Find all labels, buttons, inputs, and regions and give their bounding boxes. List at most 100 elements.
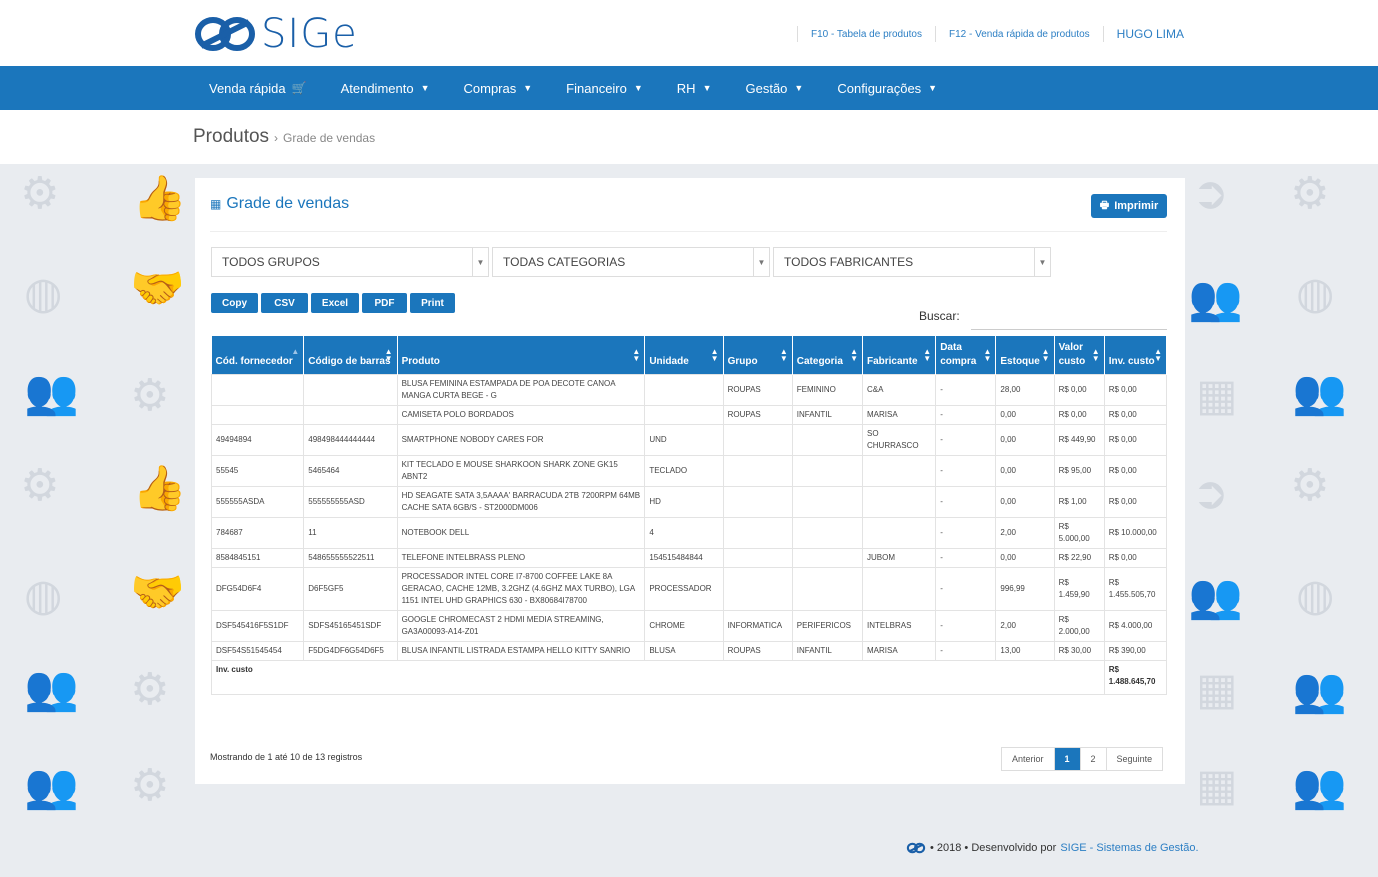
table-row[interactable]: 8584845151 548655555522511 TELEFONE INTELB… — [210, 547, 1168, 568]
sort-icon: ▲ ▼ — [983, 347, 992, 363]
table-cell: R$ 0,00 — [1103, 404, 1168, 425]
column-header[interactable]: Unidade ▲ ▼ — [644, 336, 724, 374]
user-name-link[interactable]: HUGO LIMA — [1117, 27, 1184, 41]
nav-item-rh[interactable]: RH ▼ — [677, 81, 712, 96]
chevron-right-circle-icon: ➲ — [1192, 468, 1229, 519]
table-cell: ROUPAS — [722, 373, 793, 406]
table-row[interactable]: 555555ASDA 555555555ASD HD SEAGATE SATA 3,… — [210, 485, 1168, 518]
nav-label: RH — [676, 80, 696, 96]
print-export-button[interactable]: Print — [410, 293, 455, 313]
table-cell: 548655555522511 — [303, 547, 398, 568]
table-cell: MARISA — [861, 404, 937, 425]
footer-link[interactable]: SIGE - Sistemas de Gestão. — [1060, 842, 1198, 854]
table-cell: GOOGLE CHROMECAST 2 HDMI MEDIA STREAMING… — [396, 609, 646, 642]
nav-label: Financeiro — [566, 80, 627, 96]
people-icon: 👥 — [24, 367, 79, 418]
table-cell — [722, 547, 793, 568]
page-footer: • 2018 • Desenvolvido por SIGE - Sistema… — [905, 842, 1199, 854]
excel-button[interactable]: Excel — [311, 293, 359, 313]
category-select[interactable]: TODAS CATEGORIAS ▼ — [492, 247, 770, 277]
table-row[interactable]: 784687 11 NOTEBOOK DELL 4 -2,00 R$ 5.000,00 R$… — [210, 516, 1168, 549]
search-label: Buscar: — [919, 309, 960, 323]
nav-item-gestao[interactable]: Gestão ▼ — [746, 81, 804, 96]
sort-icon: ▲ ▼ — [1154, 347, 1162, 363]
previous-page-button[interactable]: Anterior — [1002, 748, 1055, 770]
nav-item-atendimento[interactable]: Atendimento ▼ — [341, 81, 430, 96]
chevron-down-icon: ▼ — [523, 83, 533, 93]
column-header-label: Código de barras — [308, 355, 391, 367]
column-header[interactable]: Grupo ▲ ▼ — [723, 336, 793, 374]
building-icon: ▦ — [1196, 370, 1238, 421]
table-row[interactable]: DFG54D6F4 D6F5GF5 PROCESSADOR INTEL CORE I… — [210, 566, 1168, 611]
top-links: F10 - Tabela de produtos F12 - Venda ráp… — [784, 26, 1184, 42]
pagination: Anterior 1 2 Seguinte — [1001, 747, 1164, 771]
group-select[interactable]: TODOS GRUPOS ▼ — [211, 247, 489, 277]
table-cell: R$ 95,00 — [1053, 454, 1105, 487]
nav-label: Atendimento — [340, 80, 414, 96]
cart-icon: 🛒 — [291, 81, 307, 95]
table-cell: 28,00 — [995, 373, 1055, 406]
gear-icon: ⚙ — [130, 664, 170, 715]
column-header[interactable]: Estoque ▲ ▼ — [995, 336, 1055, 374]
table-row[interactable]: BLUSA FEMININA ESTAMPADA DE POA DECOTE C… — [210, 373, 1168, 406]
table-cell: - — [935, 566, 997, 611]
logo[interactable]: SIGe — [193, 14, 358, 54]
column-header-label: Estoque — [1000, 355, 1040, 367]
print-button[interactable]: 🖶 Imprimir — [1091, 194, 1167, 218]
table-cell — [791, 516, 863, 549]
table-cell: - — [935, 454, 997, 487]
column-header[interactable]: Cód. fornecedor ▲ — [211, 336, 305, 374]
column-header[interactable]: Categoria ▲ ▼ — [792, 336, 863, 374]
table-cell: - — [935, 373, 997, 406]
table-cell — [722, 423, 793, 456]
table-cell — [791, 566, 863, 611]
manufacturer-select-value: TODOS FABRICANTES — [784, 255, 914, 269]
breadcrumb-main[interactable]: Produtos — [193, 126, 269, 148]
f10-product-table-link[interactable]: F10 - Tabela de produtos — [811, 29, 922, 40]
column-header[interactable]: Inv. custo ▲ ▼ — [1104, 336, 1168, 374]
table-cell: R$ 0,00 — [1103, 423, 1168, 456]
people-icon: 👥 — [1188, 273, 1243, 324]
table-cell — [303, 404, 398, 425]
sort-icon: ▲ ▼ — [384, 347, 393, 363]
column-header[interactable]: Valor custo ▲ ▼ — [1054, 336, 1105, 374]
table-row[interactable]: DSF54S51545454 F5DG4DF6G54D6F5 BLUSA INFAN… — [210, 640, 1168, 661]
column-header[interactable]: Código de barras ▲ ▼ — [303, 336, 398, 374]
pdf-button[interactable]: PDF — [362, 293, 407, 313]
table-row[interactable]: 55545 5465464 KIT TECLADO E MOUSE SHARKOON… — [210, 454, 1168, 487]
table-row[interactable]: 49494894 498498444444444 SMARTPHONE NOBODY… — [210, 423, 1168, 456]
column-header-label: Unidade — [649, 355, 689, 367]
manufacturer-select[interactable]: TODOS FABRICANTES ▼ — [773, 247, 1051, 277]
column-header[interactable]: Produto ▲ ▼ — [397, 336, 646, 374]
next-page-button[interactable]: Seguinte — [1107, 748, 1163, 770]
table-row[interactable]: DSF545416F5S1DF SDFS45165451SDF GOOGLE CHR… — [210, 609, 1168, 642]
table-cell: 0,00 — [995, 454, 1055, 487]
page-2-button[interactable]: 2 — [1081, 748, 1107, 770]
gear-icon: ⚙ — [1290, 460, 1330, 511]
chevron-down-icon: ▼ — [472, 248, 488, 276]
divider — [796, 26, 798, 42]
copy-button[interactable]: Copy — [211, 293, 258, 313]
f12-quick-sale-link[interactable]: F12 - Venda rápida de produtos — [949, 29, 1090, 40]
table-row[interactable]: CAMISETA POLO BORDADOS ROUPAS INFANTIL MARI… — [210, 404, 1168, 425]
nav-label: Compras — [463, 80, 517, 96]
table-cell: 4 — [644, 516, 724, 549]
table-cell — [722, 516, 793, 549]
table-cell: HD SEAGATE SATA 3,5AAAA' BARRACUDA 2TB 7… — [396, 485, 646, 518]
column-header-label: Categoria — [796, 355, 843, 367]
table-cell: R$ 22,90 — [1053, 547, 1105, 568]
column-header[interactable]: Fabricante ▲ ▼ — [862, 336, 937, 374]
table-cell: 555555ASDA — [210, 485, 305, 518]
nav-item-financeiro[interactable]: Financeiro ▼ — [566, 81, 643, 96]
csv-button[interactable]: CSV — [261, 293, 308, 313]
nav-item-venda-rapida[interactable]: Venda rápida 🛒 — [209, 81, 307, 96]
nav-item-compras[interactable]: Compras ▼ — [464, 81, 533, 96]
table-cell: INFANTIL — [791, 640, 863, 661]
nav-item-configuracoes[interactable]: Configurações ▼ — [837, 81, 937, 96]
table-body: BLUSA FEMININA ESTAMPADA DE POA DECOTE C… — [210, 373, 1168, 661]
column-header-label: Inv. custo — [1108, 355, 1155, 367]
globe-icon: ◍ — [1296, 268, 1335, 319]
column-header[interactable]: Data compra ▲ ▼ — [935, 336, 997, 374]
page-1-button[interactable]: 1 — [1054, 748, 1081, 770]
search-input[interactable] — [971, 304, 1167, 330]
